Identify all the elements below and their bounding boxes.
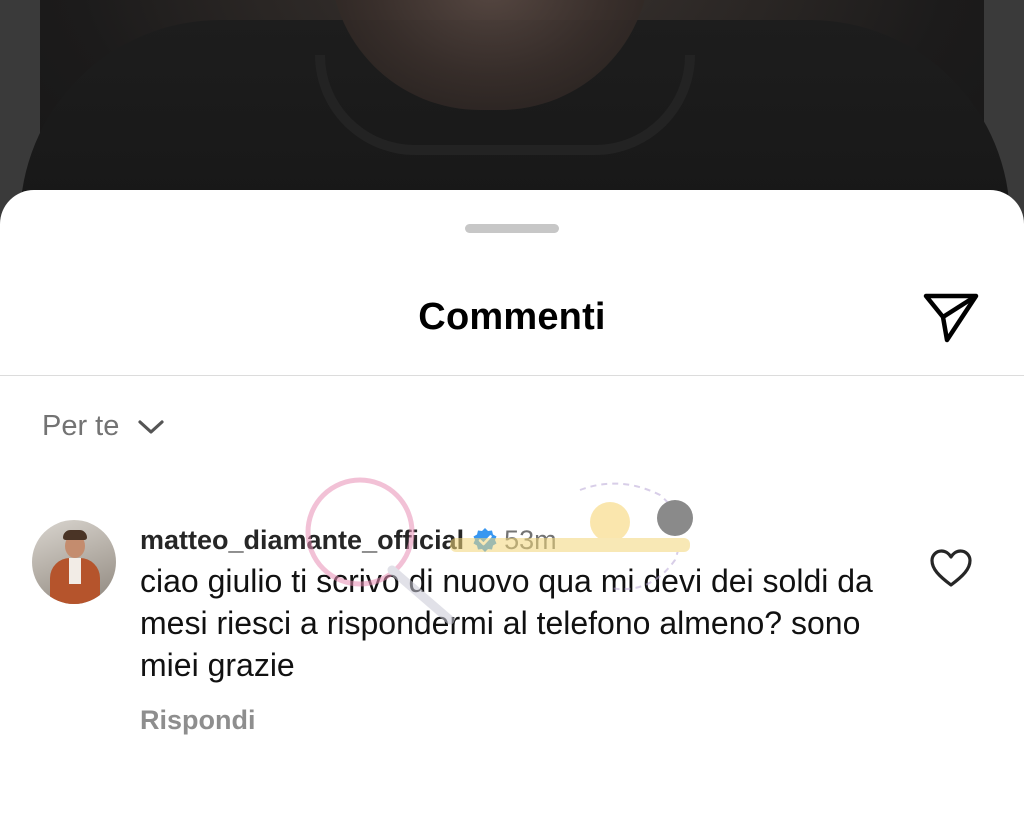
avatar[interactable] <box>32 520 116 604</box>
comment-username[interactable]: matteo_diamante_official <box>140 525 464 556</box>
share-button[interactable] <box>918 288 984 348</box>
like-button[interactable] <box>927 544 975 592</box>
chevron-down-icon <box>137 418 165 436</box>
heart-outline-icon <box>930 549 972 587</box>
paper-plane-icon <box>923 293 979 343</box>
comment-timestamp: 53m <box>504 524 557 555</box>
sort-dropdown[interactable]: Per te <box>42 410 165 443</box>
header-divider <box>0 375 1024 376</box>
comment-header: matteo_diamante_official 53m <box>140 520 557 560</box>
sheet-title: Commenti <box>418 296 606 338</box>
verified-badge-icon <box>472 527 498 553</box>
sort-label: Per te <box>42 410 120 442</box>
sheet-grabber-handle[interactable] <box>465 224 559 233</box>
reply-button[interactable]: Rispondi <box>140 705 256 736</box>
comment-text: ciao giulio ti scrivo di nuovo qua mi de… <box>140 563 873 683</box>
comments-sheet: Commenti Per te matteo_diamante_official <box>0 190 1024 817</box>
